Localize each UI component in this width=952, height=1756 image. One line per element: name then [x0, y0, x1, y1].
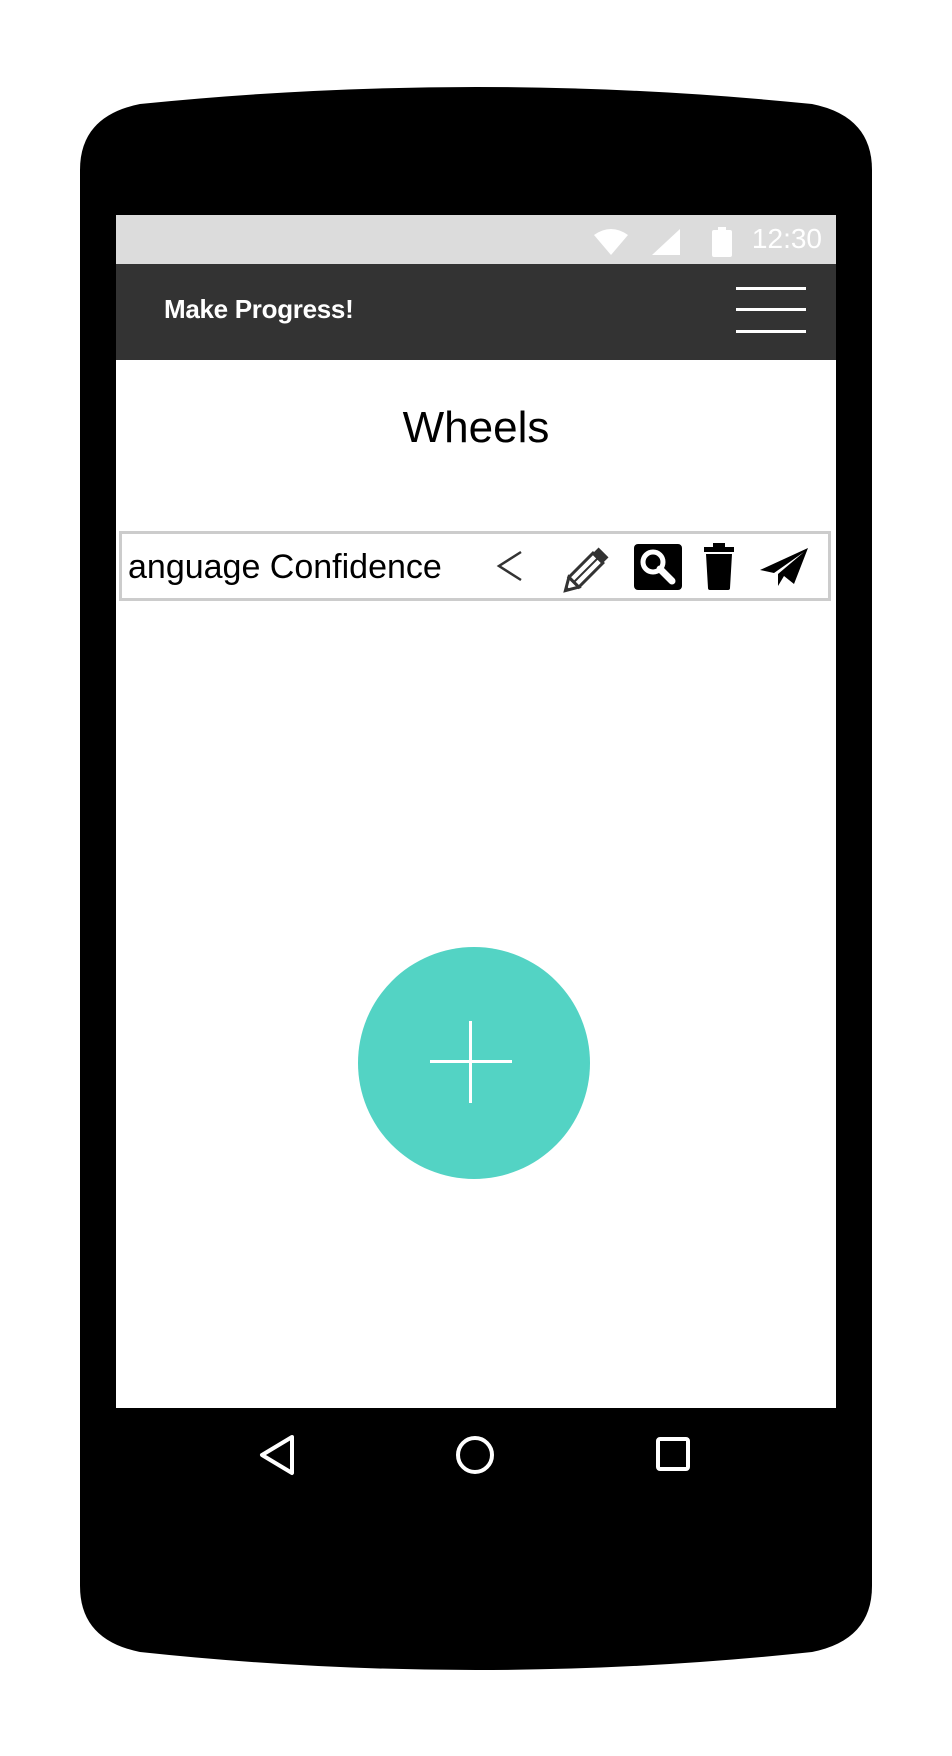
back-triangle-icon[interactable]	[258, 1433, 298, 1477]
wifi-icon	[594, 229, 628, 255]
chevron-left-icon[interactable]	[495, 548, 525, 584]
status-bar: 12:30	[116, 215, 836, 264]
battery-icon	[712, 227, 732, 257]
app-bar: Make Progress!	[116, 264, 836, 360]
recents-square-icon[interactable]	[654, 1435, 694, 1475]
trash-icon[interactable]	[702, 542, 736, 590]
page-title: Wheels	[402, 403, 550, 452]
wheel-name: anguage Confidence	[128, 548, 442, 586]
search-icon[interactable]	[634, 544, 682, 590]
status-time: 12:30	[751, 223, 822, 254]
add-wheel-button[interactable]	[358, 947, 590, 1179]
phone-screen: 12:30 Make Progress! Wheels anguage Conf…	[116, 215, 836, 1408]
app-title: Make Progress!	[164, 294, 354, 324]
signal-icon	[652, 229, 680, 255]
pencil-icon[interactable]	[560, 540, 616, 596]
wheel-list-item[interactable]: anguage Confidence	[119, 531, 831, 601]
paper-plane-icon[interactable]	[758, 546, 810, 588]
hamburger-menu-icon[interactable]	[736, 286, 806, 336]
home-circle-icon[interactable]	[453, 1433, 497, 1477]
